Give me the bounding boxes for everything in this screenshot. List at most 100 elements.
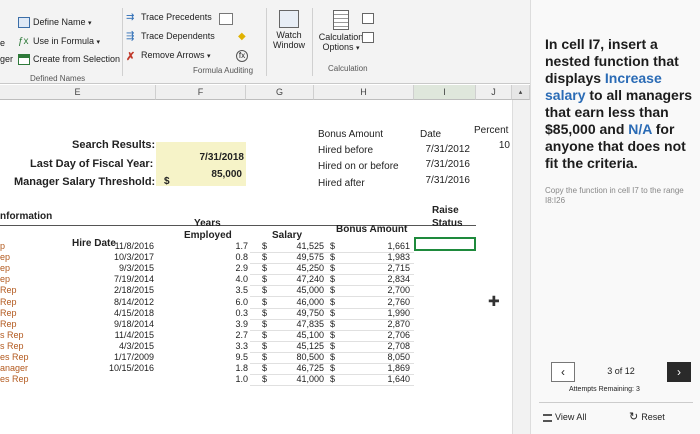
bonus-amount-cell[interactable]: 2,706: [340, 330, 410, 340]
hire-date-cell[interactable]: 9/18/2014: [96, 319, 154, 329]
position-cell[interactable]: ep: [0, 252, 10, 262]
use-in-formula-button[interactable]: ƒx Use in Formula ▾: [18, 36, 100, 47]
years-cell[interactable]: 9.5: [200, 352, 248, 362]
position-cell[interactable]: ep: [0, 263, 10, 273]
salary-cell[interactable]: 45,100: [270, 330, 324, 340]
threshold-value[interactable]: 85,000: [180, 169, 242, 180]
position-cell[interactable]: Rep: [0, 308, 17, 318]
column-header-e[interactable]: E: [0, 85, 156, 100]
selected-cell-i7[interactable]: [414, 237, 476, 251]
remove-arrows-button[interactable]: ✗ Remove Arrows ▾: [126, 50, 211, 63]
page-indicator: 3 of 12: [607, 366, 635, 376]
years-cell[interactable]: 3.5: [200, 285, 248, 295]
evaluate-formula-icon[interactable]: fx: [236, 50, 248, 62]
column-header-h[interactable]: H: [314, 85, 414, 100]
hire-date-cell[interactable]: 7/19/2014: [96, 274, 154, 284]
hire-date-cell[interactable]: 2/18/2015: [96, 285, 154, 295]
bonus-amount-cell[interactable]: 1,661: [340, 241, 410, 251]
salary-cell[interactable]: 45,125: [270, 341, 324, 351]
view-all-button[interactable]: View All: [543, 412, 586, 422]
scroll-up-icon[interactable]: ▴: [512, 85, 530, 100]
position-cell[interactable]: ep: [0, 274, 10, 284]
calculation-options-button[interactable]: Calculation Options ▾: [316, 10, 366, 64]
bonus-amount-cell[interactable]: 1,990: [340, 308, 410, 318]
bonus-amount-cell[interactable]: 2,700: [340, 285, 410, 295]
position-cell[interactable]: s Rep: [0, 341, 24, 351]
bonus-amount-cell[interactable]: 2,715: [340, 263, 410, 273]
salary-cell[interactable]: 45,250: [270, 263, 324, 273]
years-cell[interactable]: 2.7: [200, 330, 248, 340]
create-from-selection-button[interactable]: Create from Selection: [18, 54, 120, 66]
years-cell[interactable]: 6.0: [200, 297, 248, 307]
salary-cell[interactable]: 41,525: [270, 241, 324, 251]
currency-symbol: $: [262, 308, 268, 318]
hire-date-cell[interactable]: 1/17/2009: [96, 352, 154, 362]
previous-button[interactable]: ‹: [551, 362, 575, 382]
hire-date-cell[interactable]: 8/14/2012: [96, 297, 154, 307]
next-button[interactable]: ›: [667, 362, 691, 382]
trace-dependents-button[interactable]: ⇶ Trace Dependents: [126, 31, 215, 42]
years-cell[interactable]: 3.3: [200, 341, 248, 351]
calculate-now-icon[interactable]: [362, 13, 374, 24]
position-cell[interactable]: es Rep: [0, 352, 29, 362]
position-cell[interactable]: Rep: [0, 319, 17, 329]
position-cell[interactable]: Rep: [0, 285, 17, 295]
reset-button[interactable]: ↻ Reset: [629, 410, 665, 423]
fiscal-year-value[interactable]: 7/31/2018: [156, 152, 245, 163]
years-cell[interactable]: 3.9: [200, 319, 248, 329]
hire-date-cell[interactable]: 4/15/2018: [96, 308, 154, 318]
salary-cell[interactable]: 80,500: [270, 352, 324, 362]
error-checking-icon[interactable]: ◆: [238, 31, 246, 42]
years-cell[interactable]: 1.0: [200, 374, 248, 384]
define-name-button[interactable]: Define Name ▾: [18, 17, 92, 29]
hire-date-cell[interactable]: 9/3/2015: [96, 263, 154, 273]
bonus-amount-cell[interactable]: 8,050: [340, 352, 410, 362]
position-cell[interactable]: anager: [0, 363, 28, 373]
threshold-currency: $: [164, 176, 170, 187]
column-header-i[interactable]: I: [414, 85, 476, 100]
bonus-amount-cell[interactable]: 1,640: [340, 374, 410, 384]
bonus-amount-cell[interactable]: 2,760: [340, 297, 410, 307]
salary-cell[interactable]: 45,000: [270, 285, 324, 295]
salary-cell[interactable]: 41,000: [270, 374, 324, 384]
currency-symbol: $: [262, 374, 268, 384]
column-header-j[interactable]: J: [476, 85, 512, 100]
chevron-left-icon: ‹: [561, 365, 565, 379]
years-cell[interactable]: 1.7: [200, 241, 248, 251]
salary-cell[interactable]: 46,725: [270, 363, 324, 373]
salary-cell[interactable]: 49,750: [270, 308, 324, 318]
bonus-row-date: 7/31/2016: [425, 159, 471, 170]
hire-date-cell[interactable]: 11/4/2015: [96, 330, 154, 340]
years-cell[interactable]: 1.8: [200, 363, 248, 373]
years-cell[interactable]: 2.9: [200, 263, 248, 273]
hire-date-cell[interactable]: 11/8/2016: [96, 241, 154, 251]
salary-cell[interactable]: 49,575: [270, 252, 324, 262]
show-formulas-icon[interactable]: [219, 13, 233, 25]
hire-date-cell[interactable]: 10/15/2016: [96, 363, 154, 373]
hire-date-cell[interactable]: 4/3/2015: [96, 341, 154, 351]
years-cell[interactable]: 0.3: [200, 308, 248, 318]
currency-symbol: $: [262, 274, 268, 284]
position-cell[interactable]: s Rep: [0, 330, 24, 340]
bonus-amount-cell[interactable]: 1,869: [340, 363, 410, 373]
position-cell[interactable]: Rep: [0, 297, 17, 307]
bonus-amount-cell[interactable]: 2,834: [340, 274, 410, 284]
hire-date-cell[interactable]: 10/3/2017: [96, 252, 154, 262]
years-cell[interactable]: 0.8: [200, 252, 248, 262]
vertical-scrollbar[interactable]: [512, 100, 530, 434]
currency-symbol: $: [262, 319, 268, 329]
bonus-amount-cell[interactable]: 1,983: [340, 252, 410, 262]
trace-precedents-button[interactable]: ⇉ Trace Precedents: [126, 12, 212, 23]
calculate-sheet-icon[interactable]: [362, 32, 374, 43]
salary-cell[interactable]: 46,000: [270, 297, 324, 307]
salary-cell[interactable]: 47,240: [270, 274, 324, 284]
salary-cell[interactable]: 47,835: [270, 319, 324, 329]
watch-window-button[interactable]: Watch Window: [272, 10, 306, 64]
column-header-g[interactable]: G: [246, 85, 314, 100]
bonus-amount-cell[interactable]: 2,708: [340, 341, 410, 351]
position-cell[interactable]: p: [0, 241, 5, 251]
bonus-amount-cell[interactable]: 2,870: [340, 319, 410, 329]
column-header-f[interactable]: F: [156, 85, 246, 100]
position-cell[interactable]: es Rep: [0, 374, 29, 384]
years-cell[interactable]: 4.0: [200, 274, 248, 284]
